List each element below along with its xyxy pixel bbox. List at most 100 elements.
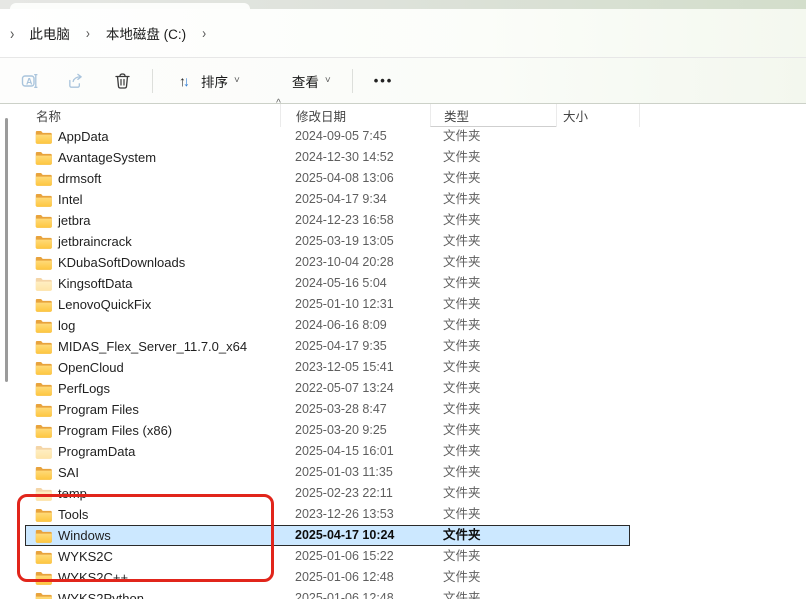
- share-button[interactable]: [58, 64, 94, 98]
- folder-icon: [35, 151, 52, 165]
- file-name-label: log: [58, 318, 76, 333]
- breadcrumb-item-local-disk-c[interactable]: 本地磁盘 (C:): [97, 18, 195, 48]
- file-row[interactable]: AppData 2024-09-05 7:45 文件夹: [25, 126, 630, 147]
- tab-strip: [0, 0, 806, 9]
- file-size-cell: [556, 210, 630, 231]
- file-row[interactable]: PerfLogs 2022-05-07 13:24 文件夹: [25, 378, 630, 399]
- file-size-cell: [556, 588, 630, 599]
- sort-button[interactable]: ↑ ↓ 排序 ˅: [165, 64, 249, 98]
- file-name-cell: Windows: [25, 525, 280, 546]
- file-row[interactable]: OpenCloud 2023-12-05 15:41 文件夹: [25, 357, 630, 378]
- file-row[interactable]: KDubaSoftDownloads 2023-10-04 20:28 文件夹: [25, 252, 630, 273]
- file-type-cell: 文件夹: [443, 297, 481, 311]
- file-type-cell: 文件夹: [443, 129, 481, 143]
- file-date-cell: 2025-01-06 15:22: [295, 549, 394, 563]
- file-row[interactable]: SAI 2025-01-03 11:35 文件夹: [25, 462, 630, 483]
- file-name-label: WYKS2C++: [58, 570, 129, 585]
- file-name-label: LenovoQuickFix: [58, 297, 152, 312]
- folder-icon: [35, 403, 52, 417]
- file-row[interactable]: Tools 2023-12-26 13:53 文件夹: [25, 504, 630, 525]
- file-row[interactable]: ProgramData 2025-04-15 16:01 文件夹: [25, 441, 630, 462]
- file-type-cell: 文件夹: [443, 465, 481, 479]
- file-name-label: PerfLogs: [58, 381, 111, 396]
- file-name-cell: ProgramData: [25, 441, 280, 462]
- file-size-cell: [556, 399, 630, 420]
- delete-button[interactable]: [104, 64, 140, 98]
- file-name-cell: WYKS2Python: [25, 588, 280, 599]
- file-row[interactable]: MIDAS_Flex_Server_11.7.0_x64 2025-04-17 …: [25, 336, 630, 357]
- folder-icon: [35, 298, 52, 312]
- file-size-cell: [556, 567, 630, 588]
- file-row[interactable]: KingsoftData 2024-05-16 5:04 文件夹: [25, 273, 630, 294]
- file-type-cell: 文件夹: [443, 192, 481, 206]
- file-date-cell: 2025-04-17 9:35: [295, 339, 387, 353]
- folder-icon: [35, 508, 52, 522]
- file-size-cell: [556, 504, 630, 525]
- folder-icon: [35, 130, 52, 144]
- file-name-label: KingsoftData: [58, 276, 133, 291]
- folder-icon: [35, 382, 52, 396]
- file-size-cell: [556, 378, 630, 399]
- breadcrumb-root-chevron-icon[interactable]: ›: [4, 24, 20, 43]
- sort-arrows-icon: ↑ ↓: [179, 72, 190, 89]
- folder-icon: [35, 550, 52, 564]
- file-date-cell: 2025-04-15 16:01: [295, 444, 394, 458]
- left-scrollbar-thumb[interactable]: [5, 118, 8, 382]
- file-name-cell: temp: [25, 483, 280, 504]
- file-name-cell: Tools: [25, 504, 280, 525]
- file-size-cell: [556, 441, 630, 462]
- file-type-cell: 文件夹: [443, 381, 481, 395]
- more-icon: •••: [373, 73, 394, 88]
- file-row[interactable]: WYKS2C++ 2025-01-06 12:48 文件夹: [25, 567, 630, 588]
- breadcrumb-item-this-pc[interactable]: 此电脑: [20, 18, 79, 48]
- chevron-down-icon: ˅: [324, 75, 331, 86]
- file-date-cell: 2024-06-16 8:09: [295, 318, 387, 332]
- file-row[interactable]: drmsoft 2025-04-08 13:06 文件夹: [25, 168, 630, 189]
- file-type-cell: 文件夹: [443, 255, 481, 269]
- file-row[interactable]: Windows 2025-04-17 10:24 文件夹: [25, 525, 630, 546]
- file-size-cell: [556, 126, 630, 147]
- file-type-cell: 文件夹: [443, 234, 481, 248]
- folder-icon: [35, 277, 52, 291]
- folder-icon: [35, 529, 52, 543]
- file-name-cell: log: [25, 315, 280, 336]
- view-button[interactable]: 查看 ˅: [259, 64, 340, 98]
- file-type-cell: 文件夹: [443, 213, 481, 227]
- file-row[interactable]: WYKS2Python 2025-01-06 12:48 文件夹: [25, 588, 630, 599]
- toolbar-divider: [351, 68, 353, 93]
- file-row[interactable]: LenovoQuickFix 2025-01-10 12:31 文件夹: [25, 294, 630, 315]
- file-row[interactable]: Program Files (x86) 2025-03-20 9:25 文件夹: [25, 420, 630, 441]
- file-date-cell: 2025-03-20 9:25: [295, 423, 387, 437]
- file-row[interactable]: AvantageSystem 2024-12-30 14:52 文件夹: [25, 147, 630, 168]
- file-row[interactable]: temp 2025-02-23 22:11 文件夹: [25, 483, 630, 504]
- file-type-cell: 文件夹: [443, 528, 481, 542]
- column-header-type[interactable]: 类型: [430, 104, 556, 127]
- see-more-button[interactable]: •••: [365, 64, 403, 98]
- file-row[interactable]: Program Files 2025-03-28 8:47 文件夹: [25, 399, 630, 420]
- file-row[interactable]: jetbraincrack 2025-03-19 13:05 文件夹: [25, 231, 630, 252]
- file-date-cell: 2025-01-06 12:48: [295, 570, 394, 584]
- file-name-cell: jetbraincrack: [25, 231, 280, 252]
- file-date-cell: 2024-05-16 5:04: [295, 276, 387, 290]
- folder-icon: [35, 361, 52, 375]
- file-row[interactable]: log 2024-06-16 8:09 文件夹: [25, 315, 630, 336]
- trash-icon: [113, 72, 131, 90]
- file-row[interactable]: WYKS2C 2025-01-06 15:22 文件夹: [25, 546, 630, 567]
- file-date-cell: 2025-04-17 10:24: [295, 528, 395, 542]
- chevron-right-icon: ›: [85, 24, 90, 42]
- breadcrumb: › 此电脑 › 本地磁盘 (C:) ›: [0, 9, 806, 58]
- file-date-cell: 2022-05-07 13:24: [295, 381, 394, 395]
- file-row[interactable]: jetbra 2024-12-23 16:58 文件夹: [25, 210, 630, 231]
- file-type-cell: 文件夹: [443, 591, 481, 599]
- folder-icon: [35, 571, 52, 585]
- file-type-cell: 文件夹: [443, 507, 481, 521]
- file-size-cell: [556, 273, 630, 294]
- file-name-label: KDubaSoftDownloads: [58, 255, 186, 270]
- file-name-label: temp: [58, 486, 87, 501]
- file-row[interactable]: Intel 2025-04-17 9:34 文件夹: [25, 189, 630, 210]
- file-size-cell: [556, 147, 630, 168]
- column-header-size[interactable]: 大小: [556, 104, 640, 127]
- file-type-cell: 文件夹: [443, 570, 481, 584]
- rename-button[interactable]: A: [12, 64, 48, 98]
- sort-button-label: 排序: [201, 74, 228, 90]
